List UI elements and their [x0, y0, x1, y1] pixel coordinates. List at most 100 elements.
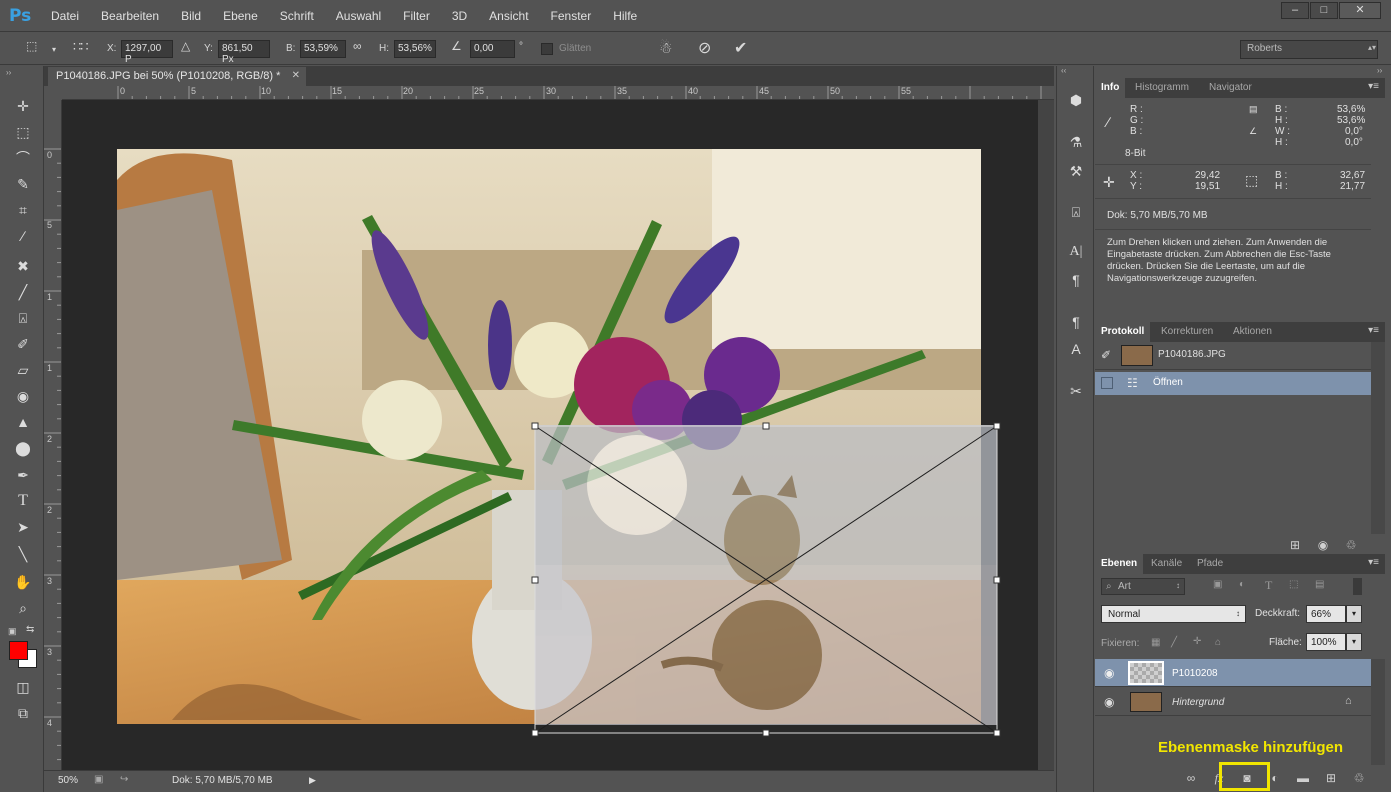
history-item[interactable]: ☷ Öffnen	[1095, 372, 1371, 395]
delete-layer-icon[interactable]: ♲	[1350, 770, 1368, 786]
menu-fenster[interactable]: Fenster	[540, 0, 603, 32]
swap-colors-icon[interactable]: ⇆	[26, 624, 34, 635]
healing-brush-tool-icon[interactable]: ✖	[12, 255, 34, 277]
new-group-icon[interactable]: ▬	[1294, 770, 1312, 786]
layer-row[interactable]: ◉ P1010208	[1095, 659, 1371, 687]
quick-selection-tool-icon[interactable]: ✎	[12, 173, 34, 195]
layer-name[interactable]: P1010208	[1172, 668, 1218, 679]
close-document-icon[interactable]: ✕	[292, 70, 300, 81]
dodge-tool-icon[interactable]: ⬤	[12, 437, 34, 459]
line-tool-icon[interactable]: ╲	[12, 543, 34, 565]
path-selection-tool-icon[interactable]: ➤	[12, 516, 34, 538]
paint-bucket-tool-icon[interactable]: ◉	[12, 385, 34, 407]
new-document-from-state-icon[interactable]: ⊞	[1286, 537, 1304, 553]
menu-ebene[interactable]: Ebene	[212, 0, 269, 32]
menu-filter[interactable]: Filter	[392, 0, 441, 32]
quick-mask-icon[interactable]: ◫	[12, 676, 34, 698]
visibility-eye-icon[interactable]: ◉	[1104, 666, 1114, 680]
canvas-area[interactable]	[62, 100, 1038, 770]
reference-point-icon[interactable]: ∷∷	[73, 39, 89, 55]
canvas-scrollbar[interactable]	[1038, 100, 1054, 770]
workspace-select[interactable]: Roberts	[1240, 40, 1378, 59]
layer-row[interactable]: ◉ Hintergrund ⌂	[1095, 688, 1371, 716]
hand-tool-icon[interactable]: ✋	[12, 571, 34, 593]
blend-mode-select[interactable]: Normal ↕	[1101, 605, 1246, 623]
document-tab[interactable]: P1040186.JPG bei 50% (P1010208, RGB/8) *…	[48, 67, 306, 86]
collapse-tools-icon[interactable]: ››	[6, 68, 11, 77]
menu-hilfe[interactable]: Hilfe	[602, 0, 648, 32]
paragraph-panel-icon[interactable]: ¶	[1065, 269, 1087, 291]
default-colors-icon[interactable]: ▣	[8, 626, 17, 637]
x-position-field[interactable]: 1297,00 P	[121, 40, 173, 65]
tab-info[interactable]: Info	[1095, 78, 1126, 98]
filter-pixel-icon[interactable]: ▣	[1213, 579, 1222, 590]
menu-schrift[interactable]: Schrift	[269, 0, 325, 32]
link-icon[interactable]: ∞	[353, 39, 362, 53]
filter-smart-object-icon[interactable]: ▤	[1315, 579, 1324, 590]
history-snapshot-row[interactable]: ✐ P1040186.JPG	[1095, 342, 1371, 370]
fill-field[interactable]: 100%	[1306, 633, 1346, 651]
history-panel-menu-icon[interactable]: ▾≡	[1368, 325, 1379, 336]
crop-tool-icon[interactable]: ⌗	[12, 199, 34, 221]
fill-dropdown-icon[interactable]: ▾	[1346, 633, 1362, 651]
zoom-level[interactable]: 50%	[58, 775, 78, 786]
filter-type-icon[interactable]: T	[1265, 578, 1272, 593]
close-window-button[interactable]: ✕	[1339, 2, 1381, 19]
history-brush-icon[interactable]: ✐	[1101, 348, 1111, 362]
new-snapshot-icon[interactable]: ◉	[1314, 537, 1332, 553]
cancel-transform-icon[interactable]: ⊘	[698, 38, 711, 58]
move-tool-icon[interactable]: ✛	[12, 95, 34, 117]
tool-presets-icon[interactable]: ✂	[1065, 380, 1087, 402]
y-position-field[interactable]: 861,50 Px	[218, 40, 270, 65]
filter-shape-icon[interactable]: ⬚	[1289, 579, 1298, 590]
paragraph-styles-icon[interactable]: ¶	[1065, 311, 1087, 333]
maximize-button[interactable]: □	[1310, 2, 1338, 19]
marquee-tool-icon[interactable]: ⬚	[12, 121, 34, 143]
character-styles-icon[interactable]: A	[1065, 338, 1087, 360]
tab-protokoll[interactable]: Protokoll	[1095, 322, 1151, 342]
history-item-checkbox[interactable]	[1101, 377, 1113, 389]
layer-name[interactable]: Hintergrund	[1172, 697, 1224, 708]
tab-aktionen[interactable]: Aktionen	[1227, 322, 1278, 342]
foreground-color-swatch[interactable]	[9, 641, 28, 660]
info-panel-menu-icon[interactable]: ▾≡	[1368, 81, 1379, 92]
share-icon[interactable]: ↪	[120, 774, 128, 785]
opacity-field[interactable]: 66%	[1306, 605, 1346, 623]
character-panel-icon[interactable]: A|	[1065, 241, 1087, 263]
filter-adjustment-icon[interactable]: ◐	[1239, 579, 1245, 590]
menu-auswahl[interactable]: Auswahl	[325, 0, 392, 32]
lock-image-icon[interactable]: ╱	[1171, 637, 1177, 648]
delete-state-icon[interactable]: ♲	[1342, 537, 1360, 553]
blur-tool-icon[interactable]: ▲	[12, 411, 34, 433]
smooth-checkbox[interactable]	[541, 43, 553, 55]
zoom-tool-icon[interactable]: ⌕	[12, 597, 34, 619]
eraser-tool-icon[interactable]: ▱	[12, 359, 34, 381]
layers-panel-menu-icon[interactable]: ▾≡	[1368, 557, 1379, 568]
tab-histogramm[interactable]: Histogramm	[1129, 78, 1195, 98]
menu-bearbeiten[interactable]: Bearbeiten	[90, 0, 170, 32]
type-tool-icon[interactable]: T	[12, 490, 34, 512]
tab-pfade[interactable]: Pfade	[1191, 554, 1229, 574]
delta-icon[interactable]: △	[181, 39, 190, 53]
clone-source-icon[interactable]: ⍓	[1065, 201, 1087, 223]
clone-stamp-tool-icon[interactable]: ⍓	[12, 307, 34, 329]
layers-scrollbar[interactable]	[1371, 659, 1385, 765]
lock-position-icon[interactable]: ✛	[1193, 636, 1201, 647]
commit-transform-icon[interactable]: ✔	[734, 38, 747, 58]
warp-icon[interactable]: ☃	[659, 39, 672, 57]
angle-field[interactable]: 0,00	[470, 40, 515, 58]
tab-korrekturen[interactable]: Korrekturen	[1155, 322, 1219, 342]
3d-panel-icon[interactable]: ⬢	[1065, 89, 1087, 111]
filter-toggle[interactable]	[1353, 578, 1362, 595]
width-percent-field[interactable]: 53,59%	[300, 40, 346, 58]
eyedropper-tool-icon[interactable]: ∕	[12, 225, 34, 247]
link-layers-icon[interactable]: ∞	[1182, 770, 1200, 786]
layer-filter-select[interactable]: ⌕ Art ↕	[1101, 578, 1185, 595]
brush-tool-icon[interactable]: ╱	[12, 281, 34, 303]
lock-transparent-icon[interactable]: ▦	[1151, 637, 1160, 648]
opacity-dropdown-icon[interactable]: ▾	[1346, 605, 1362, 623]
tab-navigator[interactable]: Navigator	[1203, 78, 1258, 98]
screen-mode-icon[interactable]: ⧉	[12, 702, 34, 724]
tab-kanaele[interactable]: Kanäle	[1145, 554, 1188, 574]
history-scrollbar[interactable]	[1371, 342, 1385, 534]
